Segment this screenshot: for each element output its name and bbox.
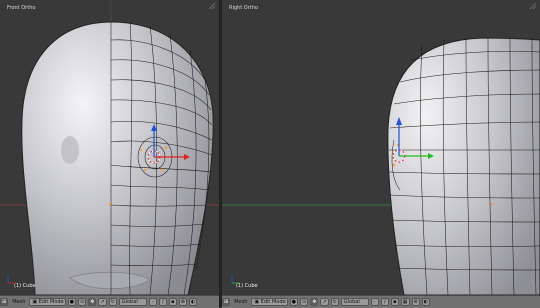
- render-icon[interactable]: ◐: [421, 298, 431, 306]
- view-axis-gizmo: [231, 275, 239, 284]
- head-mesh-solid: [387, 37, 540, 295]
- pivot-icon[interactable]: ⊙: [77, 298, 87, 306]
- mesh-menu[interactable]: Mesh: [232, 299, 249, 305]
- view-type-icon[interactable]: ⊞: [0, 298, 9, 306]
- viewport-front-ortho[interactable]: Front Ortho (1) Cube: [0, 0, 219, 295]
- rotate-icon[interactable]: ↻: [330, 298, 339, 306]
- translate-icon[interactable]: ↗: [98, 298, 107, 306]
- active-object-label: (1) Cube: [14, 283, 36, 289]
- mode-selector[interactable]: ▣ Edit Mode: [251, 298, 288, 306]
- mode-selector[interactable]: ▣ Edit Mode: [29, 298, 66, 306]
- vertex-select-icon[interactable]: ·: [148, 298, 157, 306]
- shading-icon[interactable]: ●: [289, 298, 298, 306]
- edge-select-icon[interactable]: /: [380, 298, 389, 306]
- manipulator-icon[interactable]: ✥: [310, 298, 319, 306]
- render-icon[interactable]: ◐: [189, 298, 198, 306]
- orientation-selector[interactable]: Global: [340, 298, 369, 306]
- rotate-icon[interactable]: ↻: [108, 298, 117, 306]
- pivot-icon[interactable]: ⊙: [299, 298, 309, 306]
- edge-select-icon[interactable]: /: [158, 298, 167, 306]
- view-axis-gizmo: [7, 275, 15, 284]
- face-select-icon[interactable]: ▪: [390, 298, 399, 306]
- lock-icon[interactable]: ⊗: [411, 298, 420, 306]
- mesh-menu[interactable]: Mesh: [10, 299, 27, 305]
- layers-icon[interactable]: ▦: [400, 298, 410, 306]
- viewport-header-left: ⊞ Mesh ▣ Edit Mode ● ⊙ ✥ ↗ ↻ Global · / …: [0, 295, 219, 308]
- lock-icon[interactable]: ⊗: [178, 298, 187, 306]
- orientation-selector[interactable]: Global: [118, 298, 147, 306]
- scene-right: [222, 37, 540, 295]
- scene-front: [0, 0, 219, 295]
- shading-icon[interactable]: ●: [67, 298, 76, 306]
- active-object-label: (1) Cube: [236, 283, 258, 289]
- manipulator-icon[interactable]: ✥: [88, 298, 97, 306]
- vertex-select-icon[interactable]: ·: [370, 298, 379, 306]
- translate-icon[interactable]: ↗: [320, 298, 329, 306]
- viewport-right-ortho[interactable]: Right Ortho (1) Cube: [222, 0, 540, 295]
- face-select-icon[interactable]: ▪: [168, 298, 177, 306]
- viewport-header-right: ⊞ Mesh ▣ Edit Mode ● ⊙ ✥ ↗ ↻ Global · / …: [222, 295, 540, 308]
- view-type-icon[interactable]: ⊞: [222, 298, 231, 306]
